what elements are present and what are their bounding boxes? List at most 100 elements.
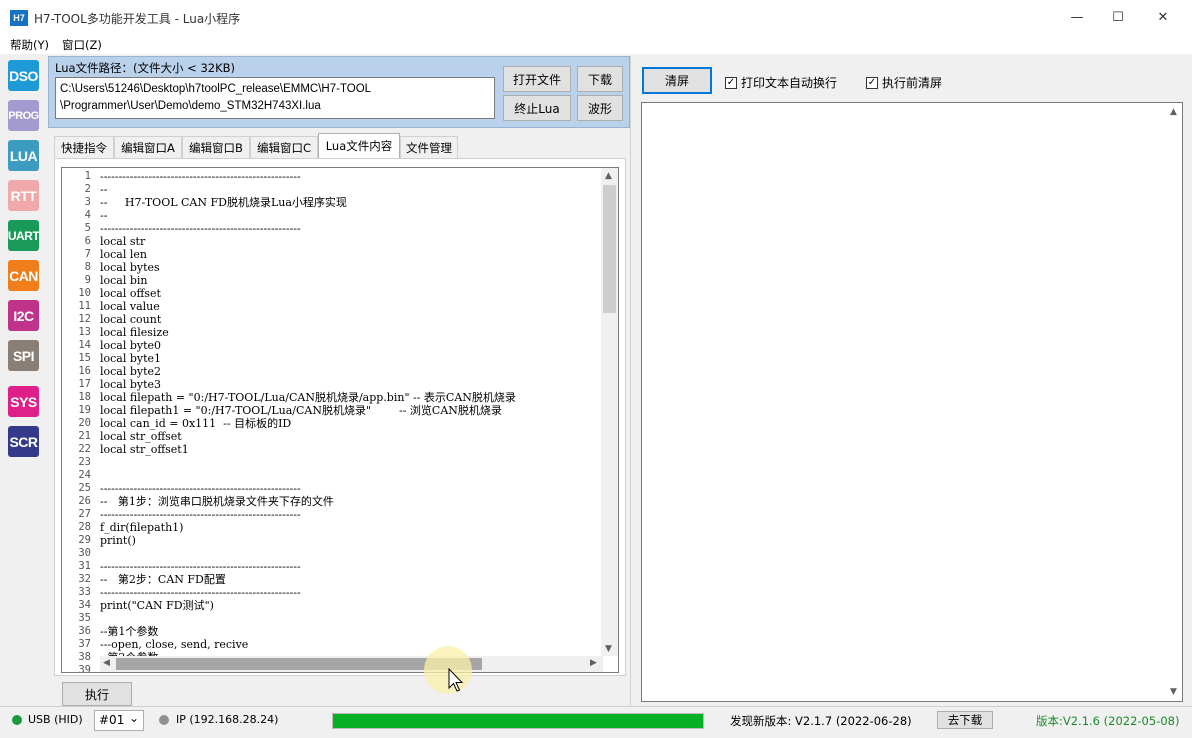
line-number: 14 xyxy=(78,339,91,351)
line-number: 4 xyxy=(84,209,91,221)
code-line: ----------------------------------------… xyxy=(100,508,301,521)
sidebar-uart-button[interactable]: UART xyxy=(8,220,40,251)
line-number: 22 xyxy=(78,443,91,455)
code-line: print("CAN FD测试") xyxy=(100,599,214,612)
code-line: ----------------------------------------… xyxy=(100,482,301,495)
execute-button[interactable]: 执行 xyxy=(62,682,132,706)
mouse-pointer-icon xyxy=(448,668,464,692)
sidebar-can-button[interactable]: CAN xyxy=(8,260,39,291)
lua-path-field[interactable]: C:\Users\51246\Desktop\h7toolPC_release\… xyxy=(55,77,495,119)
minimize-button[interactable]: — xyxy=(1054,0,1100,34)
menu-window[interactable]: 窗口(Z) xyxy=(62,37,102,53)
sidebar-rtt-button[interactable]: RTT xyxy=(8,180,39,211)
current-version-label: 版本:V2.1.6 (2022-05-08) xyxy=(1036,714,1180,728)
line-number: 30 xyxy=(78,547,91,559)
auto-wrap-check-icon[interactable]: ✓ xyxy=(725,76,737,89)
auto-wrap-checkbox[interactable]: ✓ 打印文本自动换行 xyxy=(725,74,837,91)
line-number: 16 xyxy=(78,365,91,377)
waveform-button[interactable]: 波形 xyxy=(577,95,623,121)
tab-editor-b[interactable]: 编辑窗口B xyxy=(182,136,250,158)
code-line: --第1个参数 xyxy=(100,625,159,638)
tab-lua-content[interactable]: Lua文件内容 xyxy=(318,133,400,158)
code-line: local str xyxy=(100,235,146,248)
menu-help[interactable]: 帮助(Y) xyxy=(10,37,49,53)
device-select-value: #01 xyxy=(99,713,125,727)
horizontal-scrollbar[interactable]: ◀ ▶ xyxy=(100,656,603,672)
line-number: 29 xyxy=(78,534,91,546)
line-number: 10 xyxy=(78,287,91,299)
chevron-down-icon[interactable]: ⌄ xyxy=(129,711,139,725)
code-line: -- H7-TOOL CAN FD脱机烧录Lua小程序实现 xyxy=(100,196,347,209)
sidebar-prog-button[interactable]: PROG xyxy=(8,100,39,131)
tab-editor-a[interactable]: 编辑窗口A xyxy=(114,136,182,158)
clear-before-run-checkbox[interactable]: ✓ 执行前清屏 xyxy=(866,74,942,91)
title-bar: H7 H7-TOOL多功能开发工具 - Lua小程序 — ☐ ✕ xyxy=(0,0,1192,34)
code-line: -- 第1步：浏览串口脱机烧录文件夹下存的文件 xyxy=(100,495,334,508)
go-download-button[interactable]: 去下载 xyxy=(937,711,993,729)
scroll-up-icon[interactable]: ▲ xyxy=(605,171,612,181)
maximize-button[interactable]: ☐ xyxy=(1095,0,1141,34)
scroll-right-icon[interactable]: ▶ xyxy=(590,658,597,668)
code-line: local offset xyxy=(100,287,161,300)
scroll-down-icon[interactable]: ▼ xyxy=(605,644,612,654)
line-number: 37 xyxy=(78,638,91,650)
vertical-scrollbar[interactable]: ▲ ▼ xyxy=(601,168,618,656)
line-number: 26 xyxy=(78,495,91,507)
sidebar-i2c-button[interactable]: I2C xyxy=(8,300,39,331)
line-number: 27 xyxy=(78,508,91,520)
progress-bar xyxy=(332,713,704,729)
line-number: 20 xyxy=(78,417,91,429)
clear-screen-button[interactable]: 清屏 xyxy=(642,67,712,94)
ip-status-label: IP (192.168.28.24) xyxy=(176,713,279,726)
line-number: 5 xyxy=(84,222,91,234)
stop-lua-button[interactable]: 终止Lua xyxy=(503,95,571,121)
line-number: 15 xyxy=(78,352,91,364)
code-line: local value xyxy=(100,300,160,313)
code-line: print() xyxy=(100,534,136,547)
minimize-icon: — xyxy=(1070,9,1084,25)
code-line: ---open, close, send, recive xyxy=(100,638,249,651)
download-button[interactable]: 下载 xyxy=(577,66,623,92)
output-text-area[interactable]: ▲ ▼ xyxy=(641,102,1183,702)
line-number: 12 xyxy=(78,313,91,325)
sidebar-scr-button[interactable]: SCR xyxy=(8,426,39,457)
line-number: 25 xyxy=(78,482,91,494)
close-button[interactable]: ✕ xyxy=(1140,0,1186,34)
lua-path-line-1: C:\Users\51246\Desktop\h7toolPC_release\… xyxy=(60,83,372,95)
clear-before-check-icon[interactable]: ✓ xyxy=(866,76,878,89)
output-scroll-down-icon[interactable]: ▼ xyxy=(1170,687,1177,697)
code-line: local str_offset1 xyxy=(100,443,189,456)
line-number: 32 xyxy=(78,573,91,585)
sidebar-spi-button[interactable]: SPI xyxy=(8,340,39,371)
code-line: local bytes xyxy=(100,261,160,274)
lua-path-label: Lua文件路径：(文件大小 < 32KB) xyxy=(55,61,236,75)
scroll-left-icon[interactable]: ◀ xyxy=(103,658,110,668)
line-number: 9 xyxy=(84,274,91,286)
tab-file-manager[interactable]: 文件管理 xyxy=(400,136,458,158)
line-number: 18 xyxy=(78,391,91,403)
code-line: local byte3 xyxy=(100,378,162,391)
tab-editor-c[interactable]: 编辑窗口C xyxy=(250,136,318,158)
sidebar-lua-button[interactable]: LUA xyxy=(8,140,39,171)
output-panel: 清屏 ✓ 打印文本自动换行 ✓ 执行前清屏 ▲ ▼ xyxy=(630,56,1192,706)
usb-status-label: USB (HID) xyxy=(28,713,83,726)
output-scroll-up-icon[interactable]: ▲ xyxy=(1170,107,1177,117)
tab-shortcuts[interactable]: 快捷指令 xyxy=(54,136,114,158)
code-line: -- xyxy=(100,209,108,222)
progress-fill xyxy=(333,714,703,728)
code-editor[interactable]: 1 2 3 4 5 6 7 8 9 10 11 12 13 14 15 16 17 18 19 20 21 22 23 24 2… xyxy=(61,167,619,673)
code-line: local count xyxy=(100,313,162,326)
status-bar: USB (HID) #01 ⌄ IP (192.168.28.24) 发现新版本… xyxy=(0,706,1192,738)
device-select[interactable]: #01 ⌄ xyxy=(94,710,144,731)
open-file-button[interactable]: 打开文件 xyxy=(503,66,571,92)
line-number: 31 xyxy=(78,560,91,572)
vertical-scroll-thumb[interactable] xyxy=(603,185,616,313)
code-text-area[interactable]: ----------------------------------------… xyxy=(100,170,602,658)
line-number: 39 xyxy=(78,664,91,673)
sidebar-sys-button[interactable]: SYS xyxy=(8,386,39,417)
sidebar-dso-button[interactable]: DSO xyxy=(8,60,39,91)
ip-status-icon xyxy=(159,715,169,725)
